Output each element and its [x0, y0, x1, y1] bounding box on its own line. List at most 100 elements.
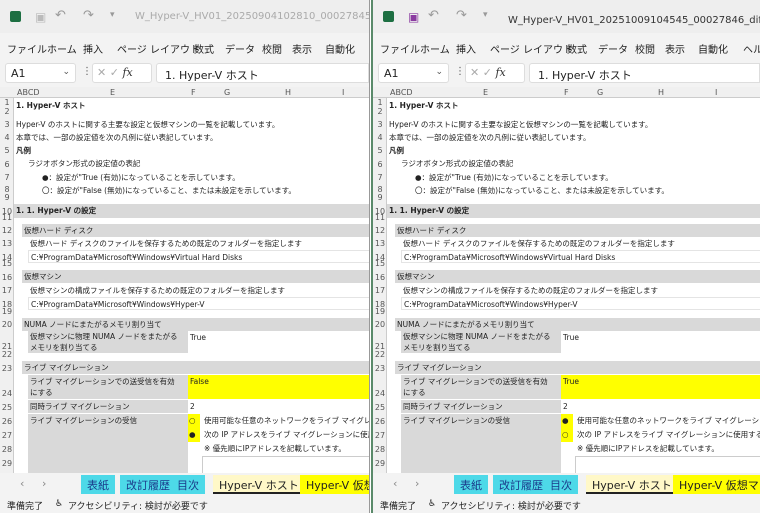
column-header[interactable]: H [658, 88, 664, 97]
row-header[interactable]: 12 [0, 226, 14, 235]
menu-6[interactable]: 校閲 [635, 41, 655, 56]
undo-icon[interactable]: ↶ [55, 8, 66, 23]
formula-input[interactable]: 1. Hyper-V ホスト [529, 63, 760, 83]
row-header[interactable]: 17 [0, 286, 14, 295]
chevron-down-icon[interactable]: ⌄ [435, 67, 443, 77]
menu-5[interactable]: データ [225, 41, 255, 56]
row-header[interactable]: 3 [373, 120, 387, 129]
row-header[interactable]: 1 [0, 98, 14, 107]
column-header[interactable]: G [597, 88, 603, 97]
row-header[interactable]: 6 [373, 160, 387, 169]
cancel-icon[interactable]: ✕ ✓ [470, 66, 495, 79]
row-header[interactable]: 15 [373, 259, 387, 268]
sheet-tab[interactable]: 目次 [171, 475, 205, 494]
worksheet-grid[interactable]: ABCD E F G H I 1 2 3 4 5 6 7 8 9 10 11 12 13 14 15 16 17 18 19 20… [373, 87, 760, 473]
menu-7[interactable]: 表示 [292, 41, 312, 56]
sheet-tab[interactable]: 目次 [544, 475, 578, 494]
menu-1[interactable]: ホーム [47, 41, 77, 56]
row-header[interactable]: 16 [373, 273, 387, 282]
column-header[interactable]: ABCD [390, 88, 413, 97]
row-header[interactable]: 23 [373, 364, 387, 373]
row-header[interactable]: 22 [373, 350, 387, 359]
menu-4[interactable]: 数式 [567, 41, 587, 56]
menu-2[interactable]: 挿入 [456, 41, 476, 56]
sheet-tab[interactable]: Hyper-V 仮想マシン [300, 475, 369, 494]
sheet-tab[interactable]: Hyper-V ホスト [586, 475, 678, 494]
menu-8[interactable]: 自動化 [698, 41, 728, 56]
row-header[interactable]: 26 [0, 417, 14, 426]
menu-7[interactable]: 表示 [665, 41, 685, 56]
fx-icon[interactable]: fx [495, 66, 505, 79]
sheet-tab[interactable]: Hyper-V ホスト [213, 475, 305, 494]
column-header[interactable]: G [224, 88, 230, 97]
row-header[interactable]: 19 [373, 307, 387, 316]
row-header[interactable]: 2 [373, 107, 387, 116]
accessibility-status[interactable]: アクセシビリティ: 検討が必要です [441, 499, 581, 512]
customize-qat-icon[interactable]: ▾ [110, 10, 115, 20]
row-header[interactable]: 12 [373, 226, 387, 235]
row-header[interactable]: 13 [373, 239, 387, 248]
row-header[interactable]: 23 [0, 364, 14, 373]
menu-4[interactable]: 数式 [194, 41, 214, 56]
menu-8[interactable]: 自動化 [325, 41, 355, 56]
row-header[interactable]: 22 [0, 350, 14, 359]
menu-6[interactable]: 校閲 [262, 41, 282, 56]
column-header[interactable]: E [483, 88, 488, 97]
accessibility-status[interactable]: アクセシビリティ: 検討が必要です [68, 499, 208, 512]
menu-9[interactable]: ヘルプ [743, 41, 760, 56]
customize-qat-icon[interactable]: ▾ [483, 10, 488, 20]
sheet-tab[interactable]: 改訂履歴 [120, 475, 176, 494]
undo-icon[interactable]: ↶ [428, 8, 439, 23]
row-header[interactable]: 7 [0, 173, 14, 182]
row-header[interactable]: 11 [373, 213, 387, 222]
cancel-icon[interactable]: ✕ ✓ [97, 66, 122, 79]
menu-1[interactable]: ホーム [420, 41, 450, 56]
chevron-down-icon[interactable]: ⌄ [62, 67, 70, 77]
row-header[interactable]: 16 [0, 273, 14, 282]
menu-0[interactable]: ファイル [380, 41, 420, 56]
row-header[interactable]: 24 [0, 389, 14, 398]
row-header[interactable]: 2 [0, 107, 14, 116]
row-header[interactable]: 27 [0, 431, 14, 440]
row-header[interactable]: 11 [0, 213, 14, 222]
redo-icon[interactable]: ↷ [456, 8, 467, 23]
row-header[interactable]: 1 [373, 98, 387, 107]
row-header[interactable]: 20 [0, 320, 14, 329]
row-header[interactable]: 5 [373, 146, 387, 155]
worksheet-grid[interactable]: ABCD E F G H I 1 2 3 4 5 6 7 8 9 10 11 12 13 14 15 16 17 18 19 20… [0, 87, 369, 473]
row-header[interactable]: 9 [0, 193, 14, 202]
row-header[interactable]: 7 [373, 173, 387, 182]
column-header[interactable]: E [110, 88, 115, 97]
row-header[interactable]: 4 [0, 133, 14, 142]
formula-input[interactable]: 1. Hyper-V ホスト [156, 63, 369, 83]
next-sheet-icon[interactable]: › [42, 477, 46, 490]
row-header[interactable]: 19 [0, 307, 14, 316]
accessibility-icon[interactable]: ♿ [55, 499, 63, 509]
row-header[interactable]: 25 [373, 403, 387, 412]
row-header[interactable]: 6 [0, 160, 14, 169]
row-header[interactable]: 26 [373, 417, 387, 426]
row-header[interactable]: 9 [373, 193, 387, 202]
sheet-tab[interactable]: Hyper-V 仮想マシン [673, 475, 760, 494]
menu-5[interactable]: データ [598, 41, 628, 56]
row-header[interactable]: 29 [0, 459, 14, 468]
sheet-tab[interactable]: 表紙 [454, 475, 488, 494]
next-sheet-icon[interactable]: › [415, 477, 419, 490]
column-header[interactable]: I [342, 88, 344, 97]
save-icon[interactable]: ▣ [35, 10, 46, 24]
save-icon[interactable]: ▣ [408, 10, 419, 24]
row-header[interactable]: 28 [373, 445, 387, 454]
redo-icon[interactable]: ↷ [83, 8, 94, 23]
accessibility-icon[interactable]: ♿ [428, 499, 436, 509]
column-header[interactable]: F [191, 88, 196, 97]
row-header[interactable]: 27 [373, 431, 387, 440]
sheet-tab[interactable]: 改訂履歴 [493, 475, 549, 494]
prev-sheet-icon[interactable]: ‹ [393, 477, 397, 490]
row-header[interactable]: 13 [0, 239, 14, 248]
menu-3[interactable]: ページ レイアウト [490, 41, 573, 56]
column-header[interactable]: H [285, 88, 291, 97]
row-header[interactable]: 4 [373, 133, 387, 142]
name-box[interactable]: A1 ⌄ [378, 63, 449, 83]
row-header[interactable]: 28 [0, 445, 14, 454]
row-header[interactable]: 15 [0, 259, 14, 268]
